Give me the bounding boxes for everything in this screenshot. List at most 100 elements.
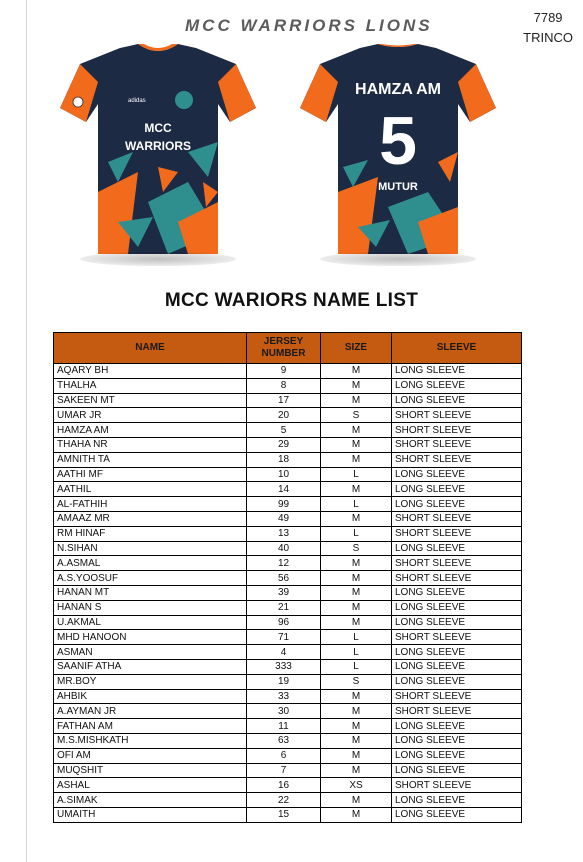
cell-name: U.AKMAL xyxy=(53,614,247,631)
table-row: ASMAN 4 L LONG SLEEVE xyxy=(53,644,522,660)
cell-name: N.SIHAN xyxy=(53,540,247,557)
cell-sleeve: SHORT SLEEVE xyxy=(391,407,522,424)
jersey-back-shadow xyxy=(320,252,476,266)
header-name: NAME xyxy=(53,332,247,364)
cell-name: UMAITH xyxy=(53,806,247,823)
svg-text:5: 5 xyxy=(379,103,417,179)
cell-number: 4 xyxy=(246,644,321,660)
header-size: SIZE xyxy=(320,332,392,364)
cell-number: 29 xyxy=(246,436,321,453)
cell-size: L xyxy=(320,525,392,542)
cell-number: 11 xyxy=(246,718,321,734)
cell-sleeve: SHORT SLEEVE xyxy=(391,525,522,542)
cell-number: 9 xyxy=(246,363,321,379)
cell-name: AQARY BH xyxy=(53,363,247,379)
cell-sleeve: SHORT SLEEVE xyxy=(391,510,522,527)
cell-size: M xyxy=(320,555,392,572)
cell-number: 18 xyxy=(246,451,321,468)
table-row: HAMZA AM 5 M SHORT SLEEVE xyxy=(53,422,522,438)
cell-number: 6 xyxy=(246,747,321,764)
svg-text:adidas: adidas xyxy=(128,98,146,104)
cell-number: 5 xyxy=(246,422,321,438)
cell-size: S xyxy=(320,407,392,424)
cell-number: 20 xyxy=(246,407,321,424)
cell-number: 333 xyxy=(246,658,321,675)
cell-name: HAMZA AM xyxy=(53,422,247,438)
cell-name: RM HINAF xyxy=(53,525,247,542)
cell-size: M xyxy=(320,510,392,527)
cell-number: 16 xyxy=(246,777,321,794)
cell-name: AMNITH TA xyxy=(53,451,247,468)
cell-number: 30 xyxy=(246,703,321,720)
cell-sleeve: LONG SLEEVE xyxy=(391,363,522,379)
table-row: U.AKMAL 96 M LONG SLEEVE xyxy=(53,614,522,631)
svg-text:MUTUR: MUTUR xyxy=(378,181,418,193)
header-jersey-number: JERSEY NUMBER xyxy=(246,332,321,364)
cell-name: HANAN MT xyxy=(53,584,247,601)
cell-name: AL-FATHIH xyxy=(53,496,247,512)
table-row: AATHI MF 10 L LONG SLEEVE xyxy=(53,466,522,483)
cell-sleeve: SHORT SLEEVE xyxy=(391,451,522,468)
cell-name: FATHAN AM xyxy=(53,718,247,734)
cell-sleeve: SHORT SLEEVE xyxy=(391,555,522,572)
cell-sleeve: SHORT SLEEVE xyxy=(391,688,522,705)
list-title: MCC WARIORS NAME LIST xyxy=(164,290,419,311)
cell-sleeve: LONG SLEEVE xyxy=(391,496,522,512)
cell-name: THALHA xyxy=(53,377,247,394)
order-location: TRINCO xyxy=(523,30,573,45)
cell-number: 40 xyxy=(246,540,321,557)
cell-size: M xyxy=(320,614,392,631)
cell-name: MHD HANOON xyxy=(53,629,247,646)
cell-size: L xyxy=(320,466,392,483)
table-row: THAHA NR 29 M SHORT SLEEVE xyxy=(53,436,522,453)
table-row: AQARY BH 9 M LONG SLEEVE xyxy=(53,363,522,379)
table-row: A.SIMAK 22 M LONG SLEEVE xyxy=(53,792,522,808)
svg-text:WARRIORS: WARRIORS xyxy=(125,139,191,153)
cell-number: 21 xyxy=(246,599,321,616)
jersey-front-shadow xyxy=(80,252,236,266)
cell-size: M xyxy=(320,688,392,705)
cell-number: 15 xyxy=(246,806,321,823)
cell-number: 12 xyxy=(246,555,321,572)
cell-size: M xyxy=(320,806,392,823)
order-number: 7789 xyxy=(533,10,563,25)
table-row: MUQSHIT 7 M LONG SLEEVE xyxy=(53,762,522,779)
cell-sleeve: LONG SLEEVE xyxy=(391,747,522,764)
table-row: UMAITH 15 M LONG SLEEVE xyxy=(53,806,522,823)
table-row: M.S.MISHKATH 63 M LONG SLEEVE xyxy=(53,732,522,749)
table-row: OFI AM 6 M LONG SLEEVE xyxy=(53,747,522,764)
table-row: AMNITH TA 18 M SHORT SLEEVE xyxy=(53,451,522,468)
table-row: SAANIF ATHA 333 L LONG SLEEVE xyxy=(53,658,522,675)
brand-title: MCC WARRIORS LIONS xyxy=(185,16,433,35)
cell-size: M xyxy=(320,436,392,453)
cell-sleeve: LONG SLEEVE xyxy=(391,806,522,823)
cell-sleeve: SHORT SLEEVE xyxy=(391,422,522,438)
cell-sleeve: LONG SLEEVE xyxy=(391,392,522,409)
header-jersey-line2: NUMBER xyxy=(261,348,306,359)
roster-body: AQARY BH 9 M LONG SLEEVE THALHA 8 M LONG SLEEVE… xyxy=(53,363,522,823)
cell-name: AMAAZ MR xyxy=(53,510,247,527)
table-row: AATHIL 14 M LONG SLEEVE xyxy=(53,481,522,498)
table-row: A.S.YOOSUF 56 M SHORT SLEEVE xyxy=(53,570,522,586)
cell-size: M xyxy=(320,732,392,749)
cell-sleeve: LONG SLEEVE xyxy=(391,673,522,690)
table-row: HANAN MT 39 M LONG SLEEVE xyxy=(53,584,522,601)
order-info: 7789 TRINCO xyxy=(523,8,573,48)
table-row: N.SIHAN 40 S LONG SLEEVE xyxy=(53,540,522,557)
cell-number: 19 xyxy=(246,673,321,690)
badge-icon xyxy=(175,91,193,109)
cell-sleeve: LONG SLEEVE xyxy=(391,466,522,483)
header-sleeve: SLEEVE xyxy=(391,332,522,364)
table-row: THALHA 8 M LONG SLEEVE xyxy=(53,377,522,394)
svg-text:MCC: MCC xyxy=(144,121,172,135)
cell-name: SAANIF ATHA xyxy=(53,658,247,675)
table-row: HANAN S 21 M LONG SLEEVE xyxy=(53,599,522,616)
svg-text:HAMZA AM: HAMZA AM xyxy=(355,81,441,98)
table-row: MR.BOY 19 S LONG SLEEVE xyxy=(53,673,522,690)
cell-name: MR.BOY xyxy=(53,673,247,690)
table-row: A.AYMAN JR 30 M SHORT SLEEVE xyxy=(53,703,522,720)
cell-sleeve: SHORT SLEEVE xyxy=(391,629,522,646)
header-jersey-line1: JERSEY xyxy=(263,336,304,347)
cell-sleeve: LONG SLEEVE xyxy=(391,762,522,779)
cell-name: MUQSHIT xyxy=(53,762,247,779)
